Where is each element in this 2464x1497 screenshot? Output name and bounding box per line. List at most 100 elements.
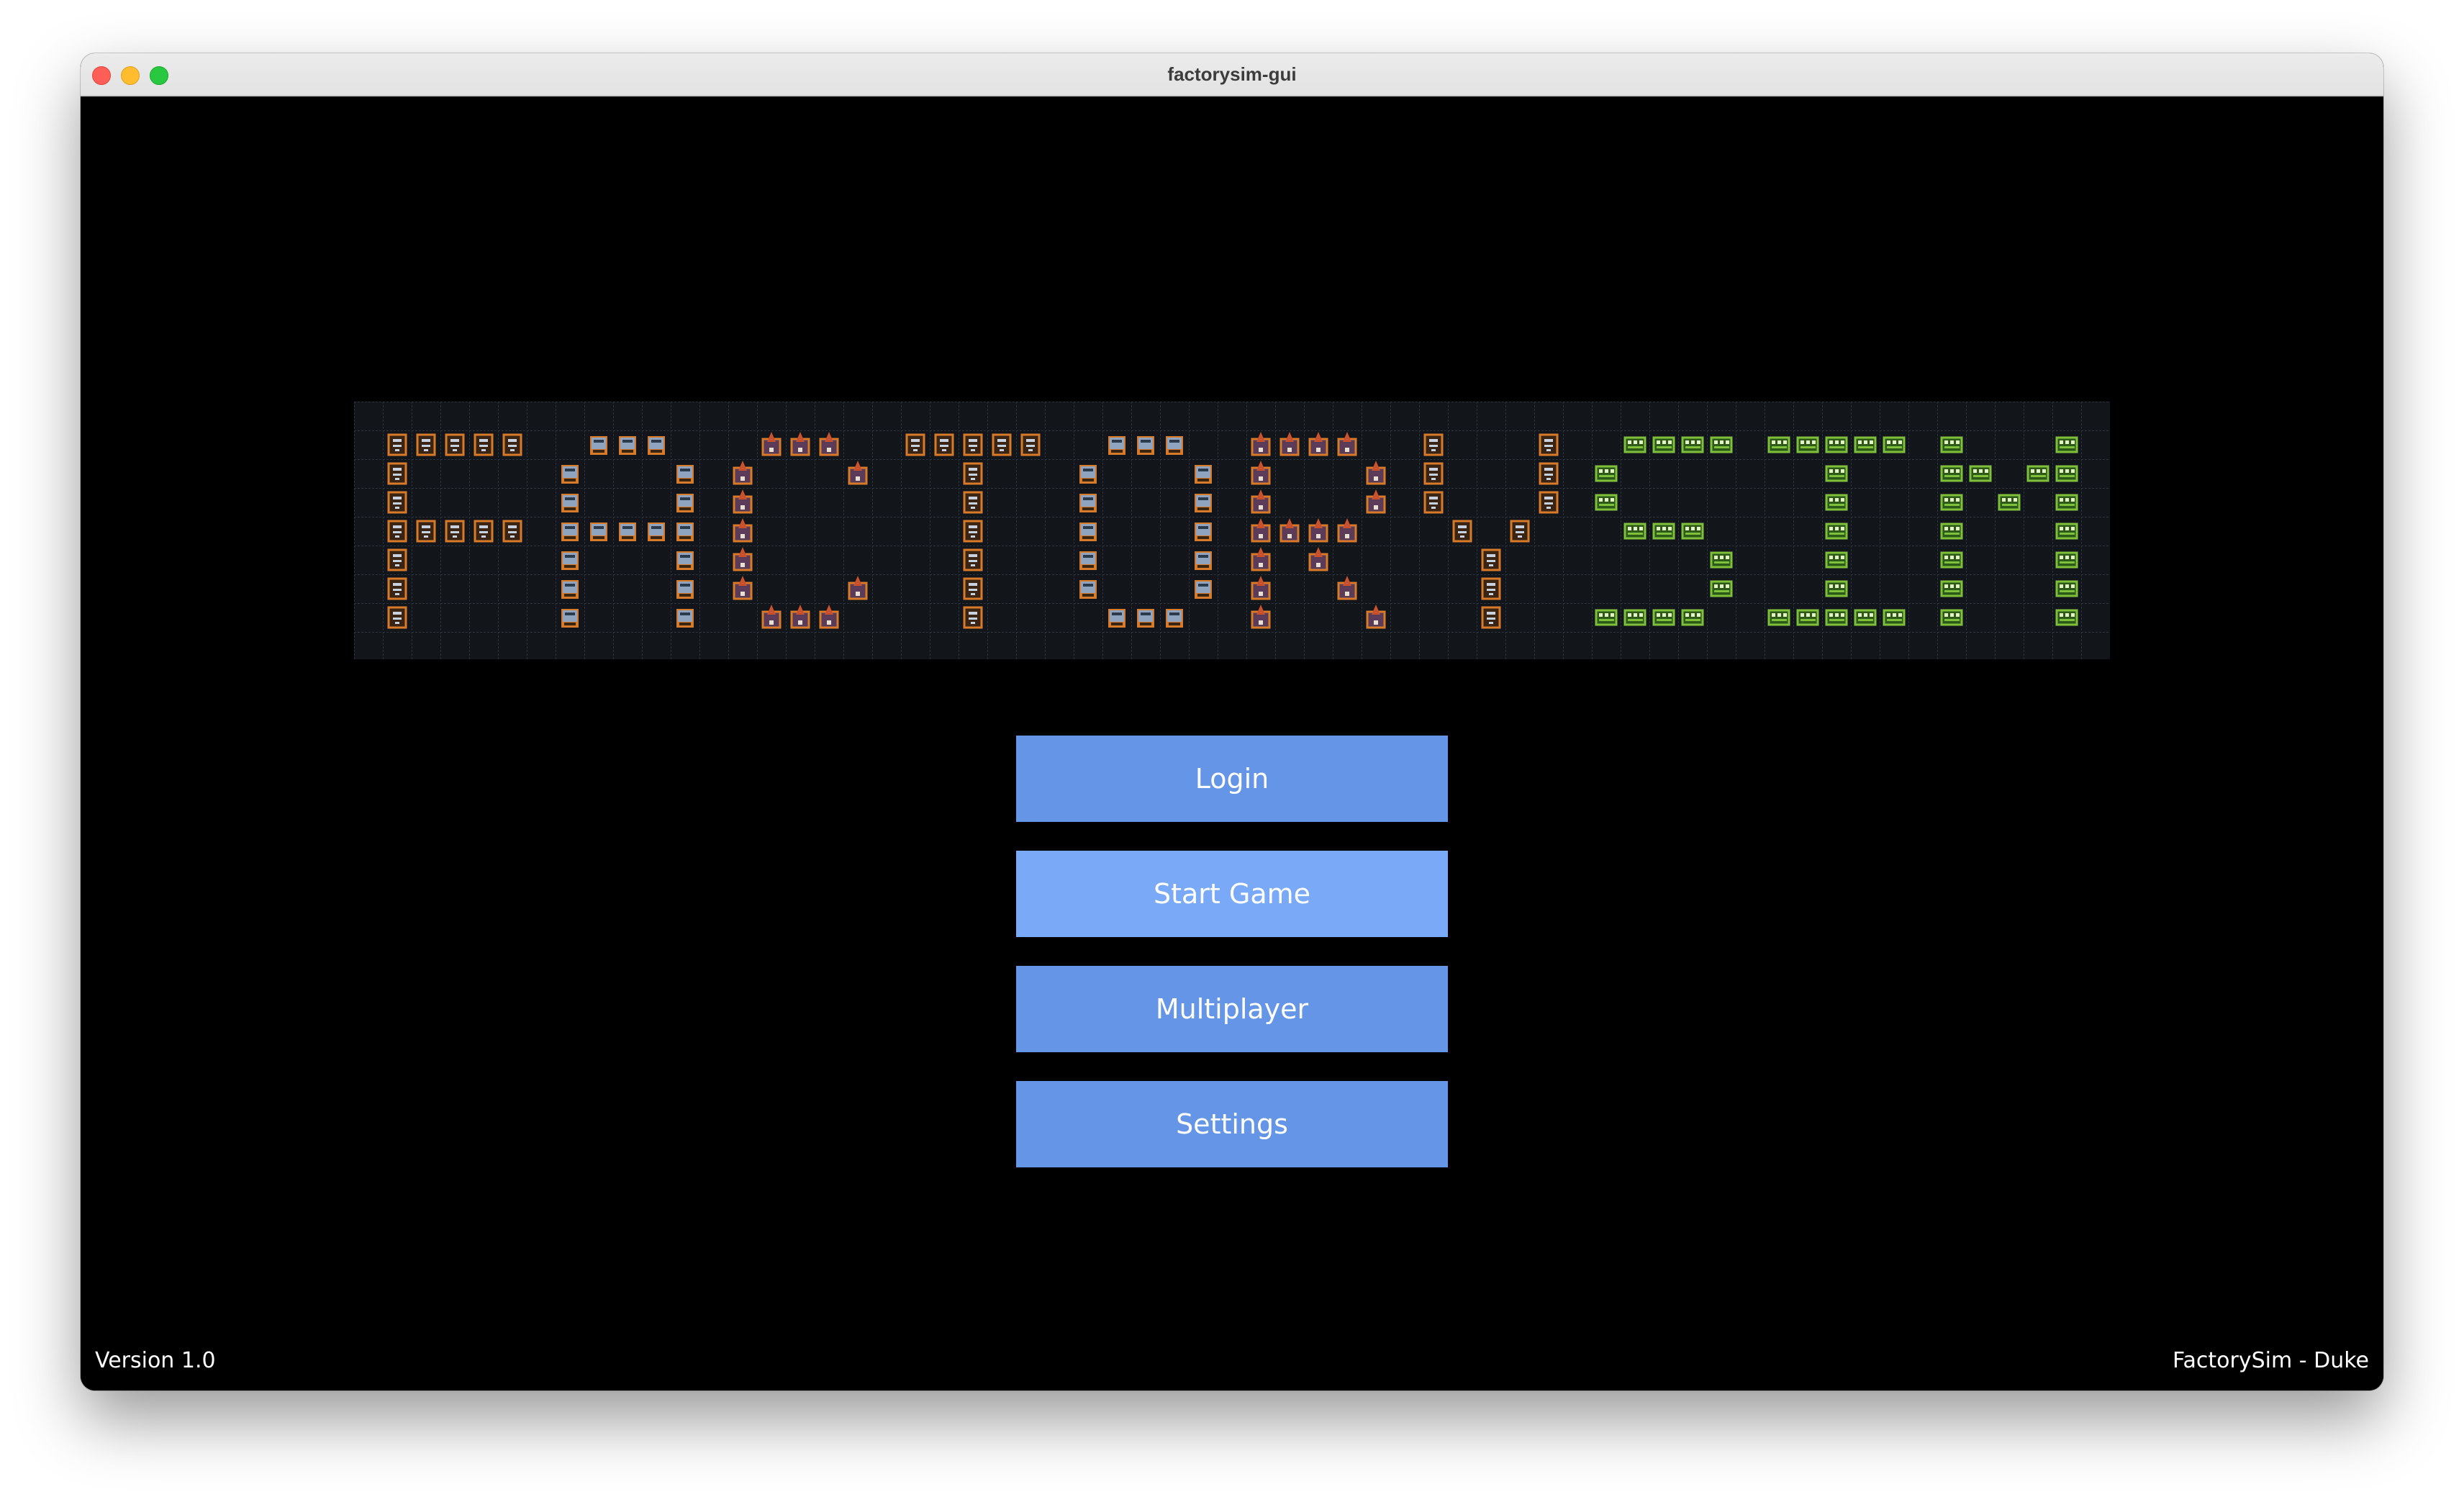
- conveyor-tile: [416, 520, 436, 543]
- circuit-tile: [1796, 436, 1819, 453]
- conveyor-tile: [445, 520, 465, 543]
- conveyor-tile: [992, 433, 1012, 456]
- circuit-tile: [1681, 523, 1704, 540]
- conveyor-tile: [963, 433, 983, 456]
- conveyor-tile: [1481, 548, 1501, 571]
- machine-tile: [1079, 523, 1097, 541]
- conveyor-tile: [1510, 520, 1530, 543]
- machine-tile: [676, 551, 694, 570]
- circuit-tile: [2055, 580, 2078, 597]
- conveyor-tile: [387, 433, 407, 456]
- circuit-tile: [1940, 494, 1963, 511]
- circuit-tile: [1940, 609, 1963, 626]
- circuit-tile: [1796, 609, 1819, 626]
- circuit-tile: [1940, 551, 1963, 569]
- conveyor-tile: [502, 520, 522, 543]
- circuit-tile: [1940, 436, 1963, 453]
- machine-tile: [619, 436, 636, 455]
- circuit-tile: [1710, 580, 1733, 597]
- circuit-tile: [1940, 465, 1963, 482]
- circuit-tile: [1940, 580, 1963, 597]
- conveyor-tile: [963, 577, 983, 600]
- machine-tile: [676, 523, 694, 541]
- conveyor-tile: [1452, 520, 1472, 543]
- conveyor-tile: [1481, 577, 1501, 600]
- circuit-tile: [1825, 580, 1848, 597]
- conveyor-tile: [963, 548, 983, 571]
- circuit-tile: [1652, 436, 1675, 453]
- title-bar[interactable]: factorysim-gui: [81, 53, 2383, 96]
- circuit-tile: [1652, 609, 1675, 626]
- machine-tile: [1079, 580, 1097, 599]
- circuit-tile: [1825, 551, 1848, 569]
- circuit-tile: [1998, 494, 2021, 511]
- machine-tile: [590, 523, 607, 541]
- machine-tile: [1195, 465, 1212, 484]
- machine-tile: [1079, 494, 1097, 512]
- conveyor-tile: [387, 548, 407, 571]
- conveyor-tile: [1539, 491, 1559, 514]
- machine-tile: [1195, 523, 1212, 541]
- machine-tile: [561, 523, 579, 541]
- machine-tile: [676, 465, 694, 484]
- multiplayer-button[interactable]: Multiplayer: [1016, 966, 1448, 1052]
- conveyor-tile: [1423, 491, 1444, 514]
- machine-tile: [1108, 436, 1125, 455]
- circuit-tile: [1825, 523, 1848, 540]
- machine-tile: [676, 494, 694, 512]
- conveyor-tile: [1423, 433, 1444, 456]
- machine-tile: [561, 551, 579, 570]
- conveyor-tile: [1423, 462, 1444, 485]
- circuit-tile: [1623, 523, 1647, 540]
- circuit-tile: [1652, 523, 1675, 540]
- circuit-tile: [1969, 465, 1992, 482]
- machine-tile: [1079, 465, 1097, 484]
- machine-tile: [561, 465, 579, 484]
- machine-tile: [676, 609, 694, 628]
- machine-tile: [561, 580, 579, 599]
- app-window: factorysim-gui Login Start Game Multipla…: [81, 53, 2383, 1390]
- machine-tile: [1137, 436, 1154, 455]
- conveyor-tile: [963, 462, 983, 485]
- machine-tile: [1108, 609, 1125, 628]
- main-menu: Login Start Game Multiplayer Settings: [1016, 736, 1448, 1196]
- machine-tile: [1137, 609, 1154, 628]
- conveyor-tile: [387, 577, 407, 600]
- conveyor-tile: [963, 520, 983, 543]
- window-title: factorysim-gui: [1167, 63, 1297, 85]
- conveyor-tile: [445, 433, 465, 456]
- settings-button[interactable]: Settings: [1016, 1081, 1448, 1167]
- circuit-tile: [2055, 465, 2078, 482]
- circuit-tile: [1681, 609, 1704, 626]
- conveyor-tile: [387, 520, 407, 543]
- circuit-tile: [1825, 465, 1848, 482]
- circuit-tile: [1710, 551, 1733, 569]
- conveyor-tile: [934, 433, 954, 456]
- machine-tile: [1166, 436, 1183, 455]
- circuit-tile: [1595, 609, 1618, 626]
- circuit-tile: [1623, 436, 1647, 453]
- factorysim-logo: [354, 402, 2110, 659]
- circuit-tile: [2026, 465, 2049, 482]
- machine-tile: [648, 436, 665, 455]
- circuit-tile: [1883, 609, 1906, 626]
- machine-tile: [590, 436, 607, 455]
- machine-tile: [1195, 580, 1212, 599]
- conveyor-tile: [502, 433, 522, 456]
- conveyor-tile: [905, 433, 925, 456]
- conveyor-tile: [387, 462, 407, 485]
- machine-tile: [1166, 609, 1183, 628]
- credit-label: FactorySim - Duke: [2173, 1348, 2369, 1373]
- circuit-tile: [2055, 523, 2078, 540]
- circuit-tile: [2055, 551, 2078, 569]
- circuit-tile: [1854, 436, 1877, 453]
- machine-tile: [648, 523, 665, 541]
- circuit-tile: [1825, 436, 1848, 453]
- start-game-button[interactable]: Start Game: [1016, 851, 1448, 937]
- circuit-tile: [2055, 436, 2078, 453]
- conveyor-tile: [1539, 462, 1559, 485]
- conveyor-tile: [1020, 433, 1041, 456]
- login-button[interactable]: Login: [1016, 736, 1448, 822]
- conveyor-tile: [387, 606, 407, 629]
- circuit-tile: [1883, 436, 1906, 453]
